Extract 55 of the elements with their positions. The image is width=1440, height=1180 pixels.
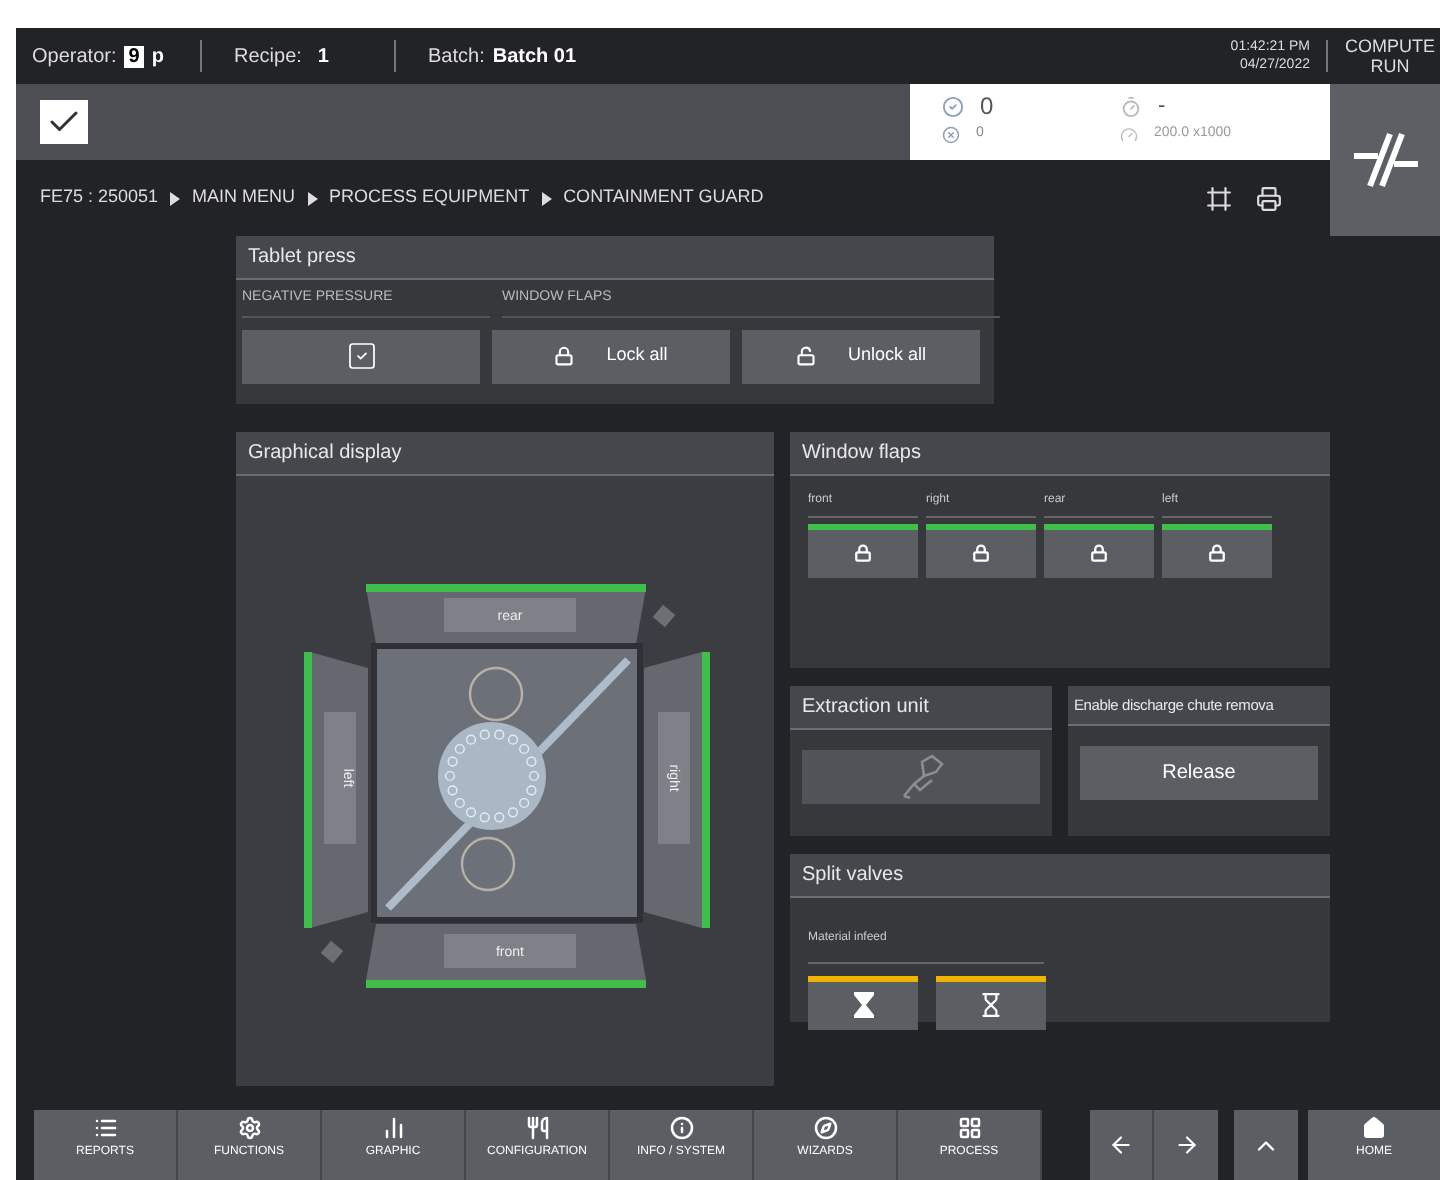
release-button[interactable]: Release bbox=[1080, 745, 1318, 799]
panel-title: Graphical display bbox=[236, 431, 774, 475]
lock-icon bbox=[972, 544, 990, 562]
back-button[interactable] bbox=[1090, 1110, 1154, 1180]
breadcrumb-item[interactable]: FE75 : 250051 bbox=[40, 184, 159, 212]
printer-icon[interactable] bbox=[1256, 185, 1282, 211]
breadcrumb-item[interactable]: PROCESS EQUIPMENT bbox=[329, 184, 530, 212]
panel-title: Extraction unit bbox=[790, 685, 1052, 729]
frame-icon[interactable] bbox=[1206, 185, 1232, 211]
mode-text: COMPUTE bbox=[1345, 36, 1435, 56]
panel-title: Split valves bbox=[790, 853, 1330, 897]
lock-icon bbox=[854, 544, 872, 562]
timer-icon bbox=[1120, 95, 1142, 117]
hourglass-icon bbox=[853, 992, 873, 1018]
operator-id: 9 bbox=[124, 45, 144, 67]
valve-button[interactable] bbox=[808, 975, 918, 1029]
flap-lock-button[interactable] bbox=[1162, 523, 1272, 577]
breadcrumb-item[interactable]: CONTAINMENT GUARD bbox=[563, 184, 764, 212]
gauge-icon bbox=[1120, 125, 1138, 144]
panel-title: Window flaps bbox=[790, 431, 1330, 475]
operator-name: p bbox=[151, 43, 164, 71]
confirm-checkbox[interactable] bbox=[40, 100, 88, 144]
recipe-value: 1 bbox=[317, 43, 329, 71]
chevron-icon bbox=[541, 191, 552, 205]
batch-value: Batch 01 bbox=[492, 43, 577, 71]
lock-icon bbox=[1090, 544, 1108, 562]
operator-label: Operator: bbox=[32, 43, 117, 71]
batch-label: Batch: bbox=[428, 43, 485, 71]
home-icon bbox=[1362, 1116, 1386, 1140]
flap-lock-button[interactable] bbox=[808, 523, 918, 577]
unlock-all-button[interactable]: Unlock all bbox=[742, 329, 980, 383]
info-icon bbox=[669, 1116, 693, 1140]
good-count: 0 bbox=[980, 92, 994, 120]
panel-title: Tablet press bbox=[236, 236, 994, 280]
hourglass-icon bbox=[978, 992, 1004, 1018]
chevron-icon bbox=[170, 191, 181, 205]
check-circle-icon bbox=[942, 95, 964, 117]
chevron-icon bbox=[307, 191, 318, 205]
recipe-label: Recipe: bbox=[234, 43, 302, 71]
valve-button[interactable] bbox=[936, 975, 1046, 1029]
checkbox-icon bbox=[345, 340, 377, 372]
mode-text: RUN bbox=[1370, 56, 1410, 76]
run-switch-button[interactable] bbox=[1330, 84, 1440, 236]
forward-button[interactable] bbox=[1154, 1110, 1218, 1180]
cross-circle-icon bbox=[942, 125, 960, 144]
arrow-left-icon bbox=[1108, 1132, 1134, 1158]
breadcrumb-item[interactable]: MAIN MENU bbox=[192, 184, 296, 212]
unlock-icon bbox=[795, 346, 816, 366]
lock-icon bbox=[1208, 544, 1226, 562]
timer-value: - bbox=[1158, 92, 1166, 120]
arrow-right-icon bbox=[1173, 1132, 1199, 1158]
lock-all-button[interactable]: Lock all bbox=[492, 329, 730, 383]
lock-icon bbox=[554, 346, 575, 366]
flap-lock-button[interactable] bbox=[926, 523, 1036, 577]
flap-lock-button[interactable] bbox=[1044, 523, 1154, 577]
